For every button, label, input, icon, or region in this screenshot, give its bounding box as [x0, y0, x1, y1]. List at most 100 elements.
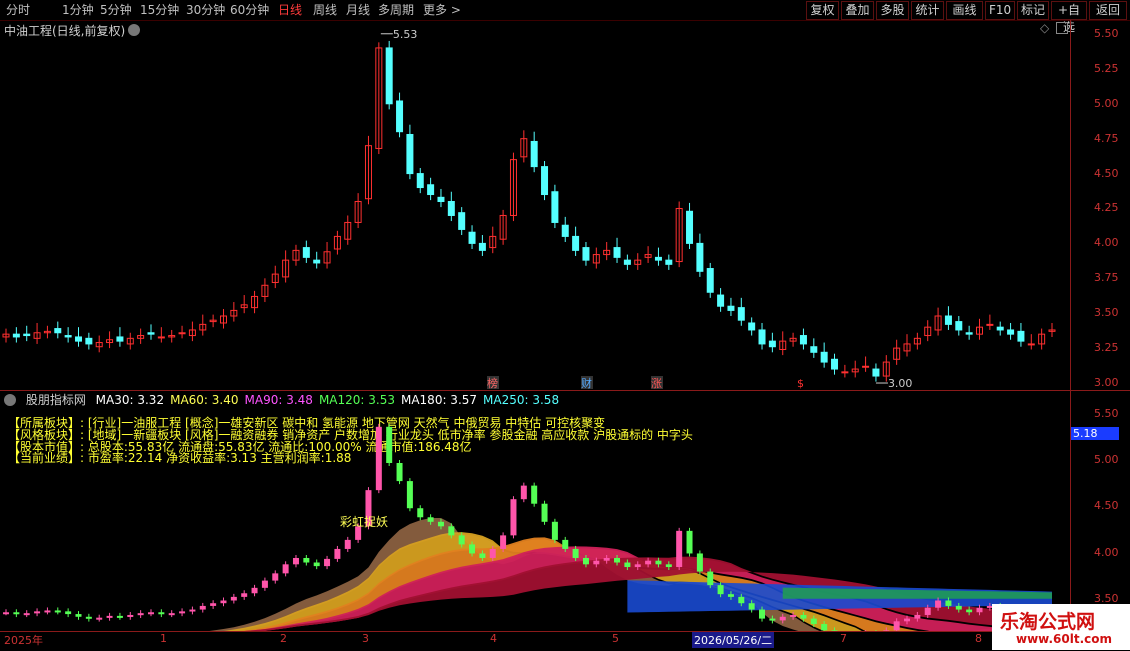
low-label: 3.00 — [888, 377, 913, 390]
ind-body — [562, 539, 569, 549]
toolbar-button-5[interactable]: F10 — [985, 1, 1015, 20]
event-marker[interactable]: 涨 — [651, 377, 662, 390]
ind-body — [303, 557, 310, 563]
candle-body — [799, 335, 807, 345]
indicator-y-tick: 4.00 — [1094, 545, 1119, 559]
toolbar-button-2[interactable]: 多股 — [876, 1, 909, 20]
ind-body — [727, 594, 734, 597]
event-marker[interactable]: $ — [797, 377, 804, 390]
timeframe-0[interactable]: 分时 — [6, 2, 30, 18]
main-y-tick: 3.75 — [1094, 271, 1119, 285]
ind-body — [769, 618, 776, 621]
ind-body — [65, 611, 72, 615]
ind-body — [696, 553, 703, 572]
candle-body — [530, 140, 538, 168]
ind-body — [955, 605, 962, 610]
ind-body — [34, 611, 41, 614]
timeframe-9[interactable]: 多周期 — [378, 2, 414, 18]
candle-body — [582, 247, 590, 261]
ind-body — [893, 621, 900, 631]
rainbow-ma-chart[interactable] — [0, 391, 1070, 631]
ind-body — [406, 481, 413, 509]
x-axis-label: 2 — [280, 632, 287, 645]
ind-body — [624, 562, 631, 568]
ind-body — [230, 596, 237, 601]
toolbar-button-7[interactable]: +自选 — [1051, 1, 1087, 34]
candle-body — [654, 256, 662, 261]
candle-body — [1027, 343, 1035, 346]
candle-body — [54, 328, 62, 334]
timeframe-4[interactable]: 30分钟 — [186, 2, 225, 18]
ind-body — [292, 557, 299, 565]
ind-body — [116, 615, 123, 618]
main-y-tick: 3.50 — [1094, 306, 1119, 320]
ind-body — [924, 607, 931, 615]
timeframe-6[interactable]: 日线 — [278, 2, 302, 18]
timeframe-1[interactable]: 1分钟 — [62, 2, 94, 18]
ind-body — [479, 553, 486, 558]
ind-body — [313, 562, 320, 567]
candle-body — [406, 133, 414, 175]
toolbar-button-6[interactable]: 标记 — [1017, 1, 1049, 20]
timeframe-2[interactable]: 5分钟 — [100, 2, 132, 18]
candle-body — [64, 335, 72, 338]
ind-body — [914, 614, 921, 619]
ind-body — [541, 503, 548, 522]
ind-body — [417, 508, 424, 518]
ind-body — [158, 612, 165, 615]
period-toolbar: 分时 1分钟 5分钟 15分钟 30分钟 60分钟 日线 周线 月线 多周期 更多 > 复权 叠加 多股统… — [0, 0, 1130, 34]
toolbar-button-8[interactable]: 返回 — [1089, 1, 1127, 20]
timeframe-10[interactable]: 更多 > — [423, 2, 461, 18]
candle-body — [74, 336, 82, 342]
timeframe-8[interactable]: 月线 — [346, 2, 370, 18]
ind-body — [489, 548, 496, 558]
candle-body — [965, 332, 973, 335]
candle-body — [157, 336, 165, 339]
toolbar-button-3[interactable]: 统计 — [911, 1, 944, 20]
ind-body — [707, 571, 714, 586]
ind-body — [147, 612, 154, 615]
ind-body — [272, 573, 279, 581]
ind-body — [137, 613, 144, 616]
timeframe-3[interactable]: 15分钟 — [140, 2, 179, 18]
candlestick-chart[interactable]: 5.53 3.00 榜 财 涨 $ — [0, 20, 1070, 390]
toolbar-button-1[interactable]: 叠加 — [841, 1, 874, 20]
main-y-tick: 4.50 — [1094, 166, 1119, 180]
annotation-label: 彩虹捉妖 — [340, 515, 389, 529]
candle-body — [178, 332, 186, 335]
toolbar-button-4[interactable]: 画线 — [946, 1, 983, 20]
ind-body — [469, 544, 476, 554]
x-axis-label: 2026/05/26/二 — [692, 632, 775, 648]
candle-body — [613, 247, 621, 258]
candle-body — [737, 307, 745, 321]
timeframe-7[interactable]: 周线 — [313, 2, 337, 18]
candle-body — [748, 322, 756, 331]
candle-body — [396, 100, 404, 133]
current-value-badge: 5.18 — [1071, 427, 1119, 440]
ind-body — [251, 587, 258, 594]
ind-body — [790, 614, 797, 617]
ind-body — [220, 600, 227, 604]
candle-body — [727, 305, 735, 311]
candle-body — [385, 47, 393, 105]
candle-body — [665, 259, 673, 265]
ind-body — [54, 610, 61, 613]
event-marker[interactable]: 榜 — [487, 376, 498, 390]
x-axis-label: 2025年 — [4, 634, 43, 647]
ind-body — [572, 548, 579, 558]
ind-body — [168, 613, 175, 616]
toolbar-button-0[interactable]: 复权 — [806, 1, 839, 20]
candle-body — [696, 242, 704, 272]
timeframe-5[interactable]: 60分钟 — [230, 2, 269, 18]
ind-body — [334, 548, 341, 559]
candle-body — [85, 337, 93, 345]
ind-body — [551, 521, 558, 540]
event-marker[interactable]: 财 — [581, 376, 592, 390]
candle-body — [706, 268, 714, 293]
ind-body — [810, 618, 817, 625]
indicator-y-tick: 3.50 — [1094, 591, 1119, 605]
candle-body — [447, 201, 455, 216]
ind-body — [96, 617, 103, 620]
ind-body — [13, 612, 20, 615]
ind-body — [582, 557, 589, 565]
